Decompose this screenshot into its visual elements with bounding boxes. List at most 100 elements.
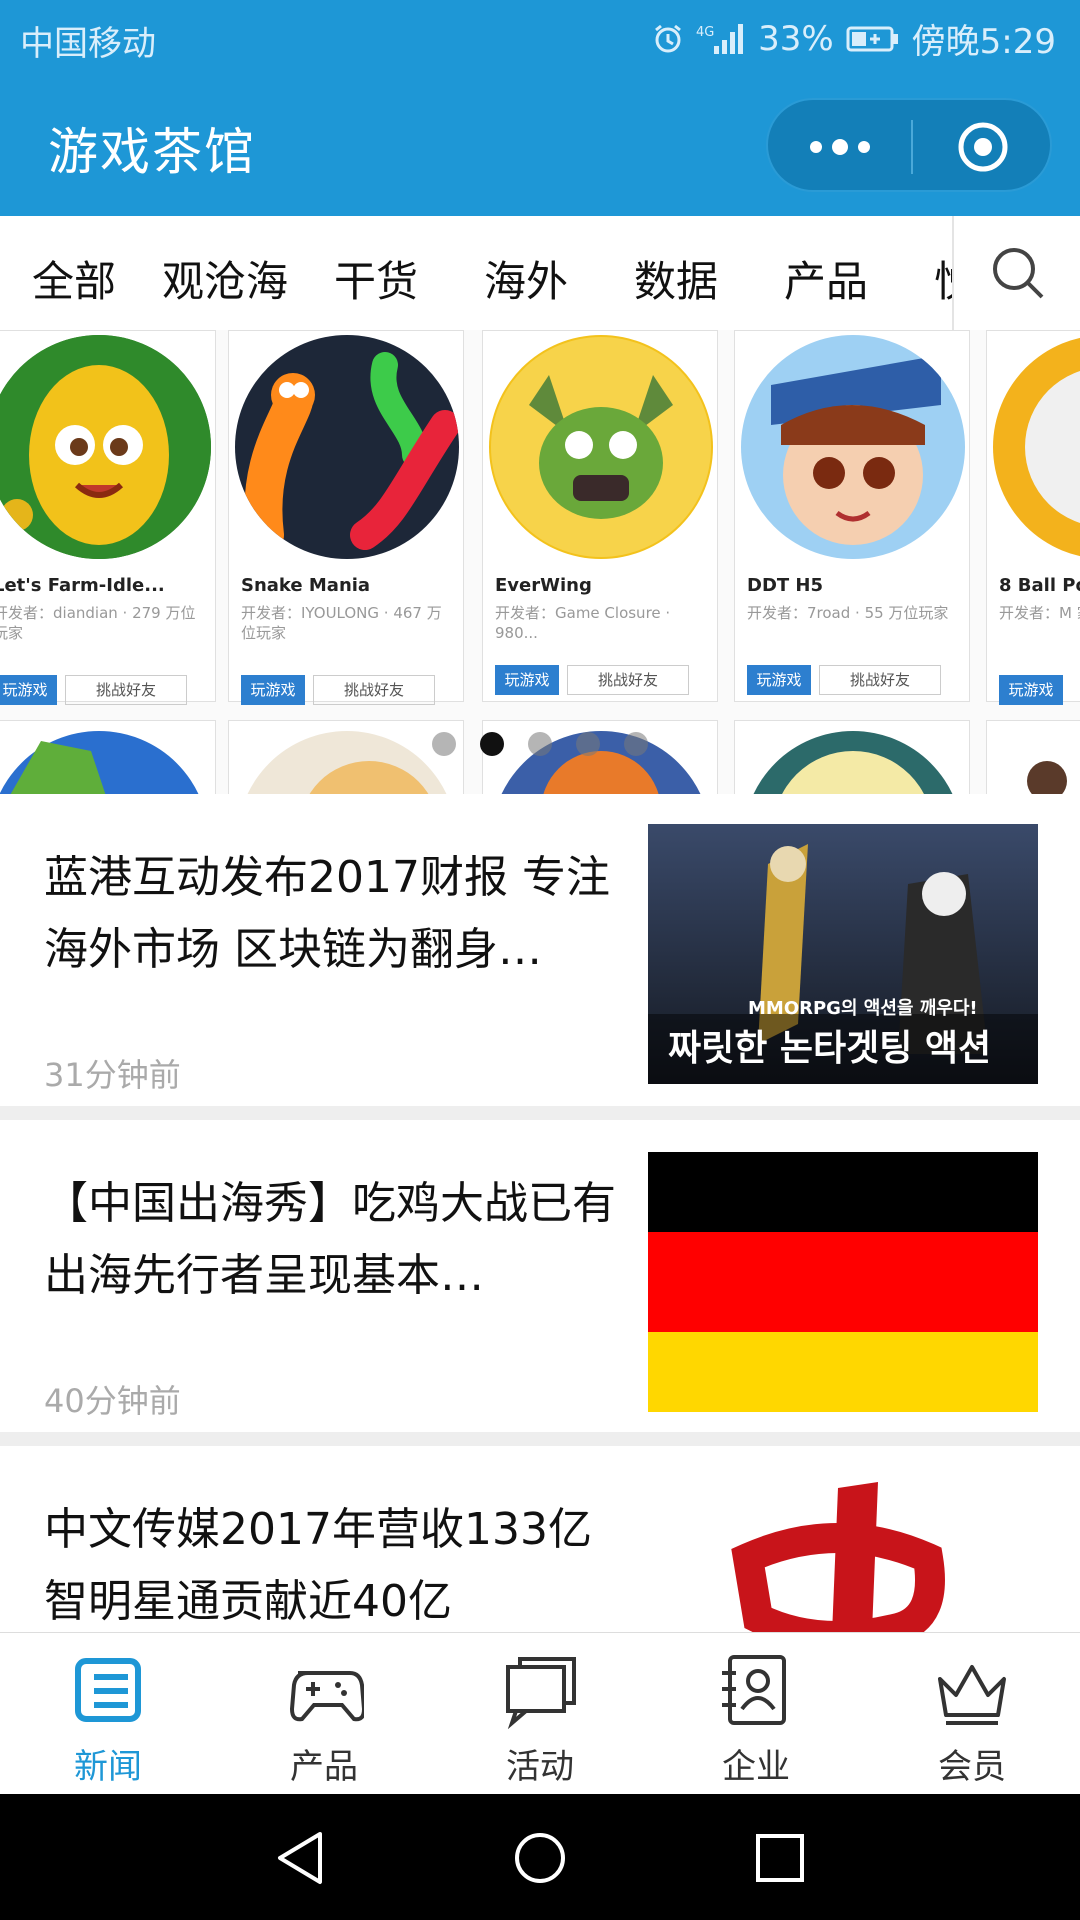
news-icon [75,1658,141,1722]
challenge-button[interactable]: 挑战好友 [819,665,941,695]
game-card-partial[interactable] [734,720,970,794]
status-right: 4G 33% 傍晚5:29 [652,14,1056,63]
carousel-dot[interactable] [432,732,456,756]
close-button[interactable] [911,100,1054,194]
game-icon [235,335,459,559]
game-developer: 开发者：diandian · 279 万位玩家 [0,604,196,642]
play-button[interactable]: 玩游戏 [495,665,559,695]
news-thumbnail [648,1152,1038,1412]
recents-icon [756,1834,804,1882]
battery-percent: 33% [758,18,834,59]
carousel-dot[interactable] [624,732,648,756]
dot [831,139,848,155]
carousel-dot-active[interactable] [480,732,504,756]
game-developer: 开发者：M 家 [999,604,1080,622]
carousel-indicator [432,732,648,756]
game-name: Let's Farm-Idle... [0,575,165,596]
back-icon [278,1832,322,1884]
news-headline: 中文传媒2017年营收133亿 智明星通贡献近40亿 [44,1504,592,1627]
target-icon [958,122,1007,172]
signal-icon: 4G [696,22,746,56]
game-card[interactable]: DDT H5 开发者：7road · 55 万位玩家 玩游戏 挑战好友 [734,330,970,702]
play-button[interactable]: 玩游戏 [241,675,305,705]
game-card-partial[interactable] [0,720,216,794]
divider [0,1432,1080,1446]
back-button[interactable] [270,1828,330,1888]
game-card-partial[interactable] [986,720,1080,794]
game-card[interactable]: EverWing 开发者：Game Closure · 980... 玩游戏 挑… [482,330,718,702]
thumbnail-caption-2: 짜릿한 논타겟팅 액션 [668,1028,991,1069]
game-name: Snake Mania [241,575,371,596]
play-button[interactable]: 玩游戏 [0,675,57,705]
play-button[interactable]: 玩游戏 [999,675,1063,705]
challenge-button[interactable]: 挑战好友 [567,665,689,695]
game-name: 8 Ball Poo [999,575,1080,596]
news-thumbnail: MMORPG의 액션을 깨우다! 짜릿한 논타겟팅 액션 [648,824,1038,1084]
carousel-dot[interactable] [576,732,600,756]
nav-news[interactable]: 新闻 [0,1633,216,1795]
game-card[interactable]: Snake Mania 开发者：IYOULONG · 467 万位玩家 玩游戏 … [228,330,464,705]
gamepad-icon [289,1671,364,1722]
news-item[interactable]: 中文传媒2017年营收133亿 智明星通贡献近40亿 [0,1446,1080,1632]
challenge-button[interactable]: 挑战好友 [313,675,435,705]
category-tabs: 全部 观沧海 干货 海外 数据 产品 悦 [0,216,1080,331]
game-icon: 1 [993,335,1080,559]
news-item[interactable]: 蓝港互动发布2017财报 专注海外市场 区块链为翻身… 31分钟前 MMORPG… [0,794,1080,1106]
recents-button[interactable] [750,1828,810,1888]
challenge-button[interactable]: 挑战好友 [65,675,187,705]
nav-membership[interactable]: 会员 [864,1633,1080,1795]
game-developer: 开发者：IYOULONG · 467 万位玩家 [241,604,442,642]
dot [809,141,822,153]
tab-all[interactable]: 全部 [32,248,116,309]
tab-yue[interactable]: 悦 [934,248,952,309]
game-icon [489,335,713,559]
bottom-nav: 新闻 产品 活动 企业 会员 [0,1632,1080,1795]
game-icon [0,335,211,559]
tab-ganhuo[interactable]: 干货 [334,248,418,309]
news-item[interactable]: 【中国出海秀】吃鸡大战已有出海先行者呈现基本… 40分钟前 [0,1120,1080,1432]
game-developer: 开发者：Game Closure · 980... [495,604,671,642]
alarm-icon [652,23,684,55]
nav-label: 企业 [722,1747,790,1787]
logo-image [648,1478,1038,1632]
search-button[interactable] [952,216,1080,330]
nav-enterprise[interactable]: 企业 [648,1633,864,1795]
home-button[interactable] [510,1828,570,1888]
more-button[interactable] [768,100,911,194]
game-icon [741,335,965,559]
home-icon [515,1833,565,1883]
nav-products[interactable]: 产品 [216,1633,432,1795]
game-developer: 开发者：7road · 55 万位玩家 [747,604,949,622]
crown-icon [938,1665,1006,1725]
nav-label: 产品 [290,1747,358,1787]
tab-product[interactable]: 产品 [784,248,868,309]
carrier-label: 中国移动 [20,24,156,64]
german-flag-image [648,1152,1038,1412]
play-button[interactable]: 玩游戏 [747,665,811,695]
app-header: 游戏茶馆 [0,74,1080,216]
tabs-scroll[interactable]: 全部 观沧海 干货 海外 数据 产品 悦 [0,216,952,330]
nav-label: 会员 [938,1747,1006,1787]
game-card[interactable]: 1 8 Ball Poo 开发者：M 家 玩游戏 [986,330,1080,705]
game-card-partial[interactable] [228,720,464,794]
network-label: 4G [696,25,714,40]
dot [857,141,870,153]
game-card[interactable]: Let's Farm-Idle... 开发者：diandian · 279 万位… [0,330,216,705]
game-name: EverWing [495,575,592,596]
news-thumbnail [648,1478,1038,1632]
system-nav-bar [0,1794,1080,1920]
nav-activities[interactable]: 活动 [432,1633,648,1795]
thumbnail-caption-1: MMORPG의 액션을 깨우다! [748,998,978,1019]
nav-label: 新闻 [74,1747,142,1787]
tab-guancanghai[interactable]: 观沧海 [162,248,288,309]
news-headline: 【中国出海秀】吃鸡大战已有出海先行者呈现基本… [44,1178,616,1301]
tab-data[interactable]: 数据 [634,248,718,309]
mini-program-capsule [766,98,1052,192]
carousel-dot[interactable] [528,732,552,756]
tab-overseas[interactable]: 海外 [484,248,568,309]
search-icon [993,248,1044,299]
clock: 傍晚5:29 [911,22,1056,62]
news-time: 40分钟前 [44,1382,181,1420]
game-carousel[interactable]: Let's Farm-Idle... 开发者：diandian · 279 万位… [0,330,1080,794]
status-bar: 中国移动 4G 33% 傍晚5:29 [0,0,1080,74]
